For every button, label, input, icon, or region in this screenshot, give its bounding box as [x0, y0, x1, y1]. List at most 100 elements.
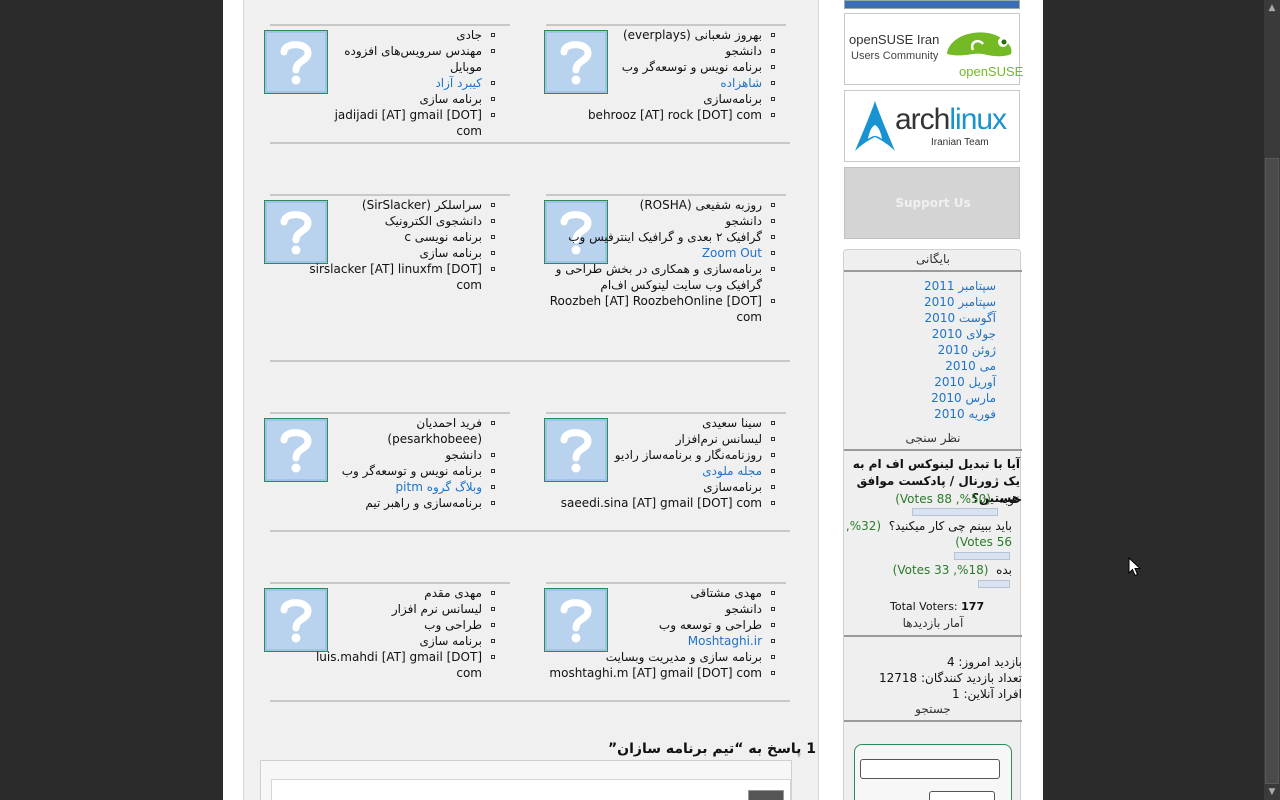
poll-option-label: خوبه — [998, 492, 1022, 506]
opensuse-wordmark: openSUSE — [959, 64, 1024, 79]
divider — [270, 412, 510, 414]
poll-total-value: 177 — [961, 600, 985, 613]
member-skill: روزنامه‌نگار و برنامه‌ساز رادیو — [546, 447, 776, 463]
widget-separator — [844, 270, 1022, 272]
divider — [270, 530, 790, 532]
member-role: برنامه‌سازی و راهبر تیم — [326, 495, 496, 511]
member-website-link[interactable]: کیبرد آزاد — [435, 76, 482, 90]
archive-link[interactable]: ژوئن 2010 — [924, 342, 996, 358]
member-education: دانشجوی الکترونیک — [296, 213, 496, 229]
member-role: برنامه‌سازی — [546, 91, 776, 107]
stats-today: بازدید امروز: 4 — [946, 655, 1022, 669]
member-skill: برنامه نویسی c — [296, 229, 496, 245]
arch-logo-icon — [855, 101, 895, 151]
archive-link[interactable]: می 2010 — [924, 358, 996, 374]
sidebar-widgets: بایگانی سپتامبر 2011 سپتامبر 2010 آگوست … — [843, 249, 1022, 800]
page: بهروز شعبانی (everplays) دانشجو برنامه ن… — [223, 0, 1043, 800]
support-us-banner[interactable]: Support Us — [844, 167, 1020, 239]
divider — [270, 582, 510, 584]
scroll-up-icon[interactable]: ▲ — [1264, 0, 1280, 16]
comment — [271, 779, 791, 800]
member-info: سراسلکر (SirSlacker) دانشجوی الکترونیک ب… — [296, 197, 496, 293]
member-name: بهروز شعبانی (everplays) — [546, 27, 776, 43]
member-role: برنامه‌سازی و همکاری در بخش طراحی و گراف… — [546, 261, 776, 293]
opensuse-title: openSUSE Iran — [849, 32, 940, 47]
search-form — [854, 744, 1012, 800]
comments-title: 1 پاسخ به “تیم برنامه سازان” — [607, 741, 816, 757]
member-skill: طراحی وب — [296, 617, 496, 633]
member-role: برنامه سازی — [296, 633, 496, 649]
archive-link[interactable]: مارس 2010 — [924, 390, 996, 406]
poll-title: نظر سنجی — [905, 431, 961, 445]
member-website-link[interactable]: شاهزاده — [720, 76, 762, 90]
opensuse-banner[interactable]: openSUSE Iran Users Community openSUSE — [844, 13, 1024, 85]
member-skill: برنامه نویس و توسعه‌گر وب — [326, 463, 496, 479]
divider — [270, 360, 790, 362]
poll-bar — [912, 508, 998, 516]
member-skill: طراحی و توسعه وب — [546, 617, 776, 633]
member-education: دانشجو — [546, 43, 776, 59]
page-scrollbar[interactable]: ▲ ▼ — [1264, 0, 1280, 800]
member-info: مهدی مشتاقی دانشجو طراحی و توسعه وب Mosh… — [546, 585, 776, 681]
archive-list: سپتامبر 2011 سپتامبر 2010 آگوست 2010 جول… — [924, 278, 996, 422]
poll-option-result: (50%, 88 Votes) — [895, 492, 991, 506]
divider — [270, 142, 790, 144]
member-email: luis.mahdi [AT] gmail [DOT] com — [296, 649, 496, 681]
member-website-link[interactable]: Zoom Out — [702, 246, 762, 260]
archlinux-banner[interactable]: archlinux Iranian Team — [844, 90, 1020, 162]
archive-link[interactable]: جولای 2010 — [924, 326, 996, 342]
search-button[interactable] — [929, 791, 995, 800]
poll-option-label: باید ببینم چی کار میکنید؟ — [888, 519, 1012, 533]
member-info: روزبه شفیعی (ROSHA) دانشجو گرافیک ۲ بعدی… — [546, 197, 776, 325]
member-name: فرید احمدیان (pesarkhobeee) — [326, 415, 496, 447]
member-website-link[interactable]: وبلاگ گروه pitm — [396, 480, 482, 494]
question-mark-icon — [280, 41, 312, 85]
archive-link[interactable]: فوریه 2010 — [924, 406, 996, 422]
banner-partial[interactable] — [844, 0, 1020, 9]
archive-link[interactable]: آوریل 2010 — [924, 374, 996, 390]
commenter-avatar — [748, 790, 784, 800]
poll-bar — [978, 580, 1010, 588]
member-role: برنامه‌سازی — [546, 479, 776, 495]
opensuse-gecko-icon — [947, 32, 1012, 57]
opensuse-subtitle: Users Community — [851, 50, 939, 62]
arch-subtitle: Iranian Team — [931, 137, 989, 148]
archive-link[interactable]: آگوست 2010 — [924, 310, 996, 326]
search-input[interactable] — [860, 759, 1000, 779]
member-avatar — [264, 418, 328, 482]
poll-option-label: بده — [996, 563, 1012, 577]
member-info: جادی مهندس سرویس‌های افزوده موبایل کیبرد… — [316, 27, 496, 139]
scroll-down-icon[interactable]: ▼ — [1264, 784, 1280, 800]
widget-separator — [844, 720, 1022, 722]
member-name: روزبه شفیعی (ROSHA) — [546, 197, 776, 213]
member-website-link[interactable]: مجله ملودی — [702, 464, 762, 478]
member-email: moshtaghi.m [AT] gmail [DOT] com — [546, 665, 776, 681]
member-info: بهروز شعبانی (everplays) دانشجو برنامه ن… — [546, 27, 776, 123]
divider — [546, 412, 786, 414]
scrollbar-thumb[interactable] — [1265, 158, 1279, 784]
stats-visitors: تعداد بازدید کنندگان: 12718 — [879, 671, 1022, 685]
divider — [270, 194, 510, 196]
divider — [546, 582, 786, 584]
archive-title: بایگانی — [916, 252, 950, 266]
member-email: behrooz [AT] rock [DOT] com — [546, 107, 776, 123]
member-name: جادی — [316, 27, 496, 43]
member-education: دانشجو — [546, 601, 776, 617]
member-education: لیسانس نرم افزار — [296, 601, 496, 617]
divider — [270, 700, 790, 702]
archive-link[interactable]: سپتامبر 2011 — [924, 278, 996, 294]
archive-link[interactable]: سپتامبر 2010 — [924, 294, 996, 310]
comment-box — [260, 760, 792, 800]
member-info: فرید احمدیان (pesarkhobeee) دانشجو برنام… — [326, 415, 496, 511]
member-education: دانشجو — [326, 447, 496, 463]
member-name: سراسلکر (SirSlacker) — [296, 197, 496, 213]
divider — [270, 24, 510, 26]
mouse-pointer-icon — [1128, 557, 1142, 577]
member-website-link[interactable]: Moshtaghi.ir — [688, 634, 762, 648]
member-email: Roozbeh [AT] RoozbehOnline [DOT] com — [546, 293, 776, 325]
stats-online: افراد آنلاین: 1 — [952, 687, 1022, 701]
stats-link[interactable]: آمار بازدیدها — [844, 616, 1022, 630]
divider — [546, 24, 786, 26]
member-info: مهدی مقدم لیسانس نرم افزار طراحی وب برنا… — [296, 585, 496, 681]
arch-wordmark-arch: arch — [895, 103, 950, 136]
